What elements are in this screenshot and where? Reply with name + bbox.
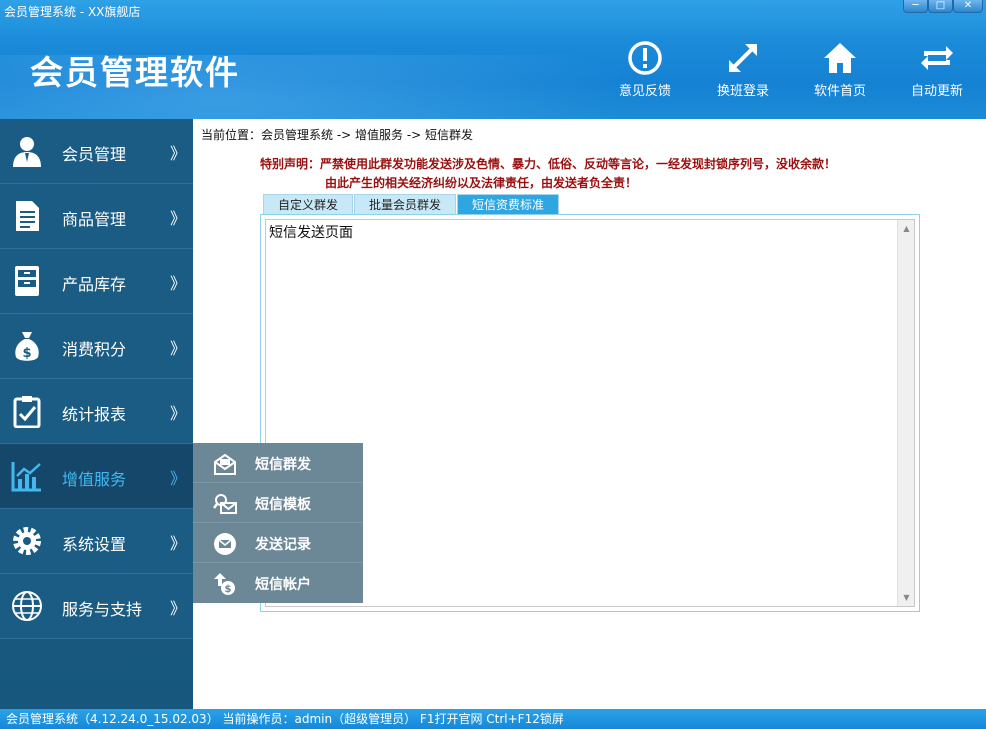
chevron-right-icon: 》 (170, 469, 187, 488)
sidebar-item-points[interactable]: $ 消费积分 》 (0, 314, 193, 379)
submenu-item-send-records[interactable]: 发送记录 (193, 523, 363, 563)
vertical-scrollbar[interactable]: ▲ ▼ (897, 220, 914, 606)
maximize-button[interactable]: □ (928, 0, 953, 13)
tab-bulk-member-broadcast[interactable]: 批量会员群发 (354, 194, 457, 214)
home-icon (824, 43, 856, 73)
submenu-item-label: 短信模板 (255, 497, 311, 513)
sidebar-item-inventory[interactable]: 产品库存 》 (0, 249, 193, 314)
sidebar-item-support[interactable]: 服务与支持 》 (0, 574, 193, 639)
tab-custom-broadcast[interactable]: 自定义群发 (263, 194, 354, 214)
switch-login-label: 换班登录 (716, 84, 769, 99)
main-content: 当前位置：会员管理系统 -> 增值服务 -> 短信群发 特别声明：严禁使用此群发… (193, 119, 986, 709)
scroll-down-icon[interactable]: ▼ (898, 589, 915, 606)
sidebar-item-label: 增值服务 (62, 470, 127, 489)
submenu-item-label: 短信帐户 (255, 577, 311, 593)
warning-notice: 特别声明：严禁使用此群发功能发送涉及色情、暴力、低俗、反动等言论，一经发现封锁序… (260, 155, 836, 193)
submenu-item-sms-broadcast[interactable]: 短信群发 (193, 443, 363, 483)
mail-record-icon (214, 533, 236, 555)
envelope-search-icon (213, 494, 237, 514)
sidebar-item-label: 系统设置 (62, 535, 127, 554)
chevron-right-icon: 》 (170, 404, 187, 423)
tab-bar: 自定义群发 批量会员群发 短信资费标准 (263, 194, 560, 214)
tab-sms-rates[interactable]: 短信资费标准 (457, 194, 560, 214)
svg-text:$: $ (22, 346, 31, 361)
document-icon (16, 201, 39, 231)
sidebar-item-value-added[interactable]: 增值服务 》 (0, 444, 193, 509)
feedback-button[interactable]: 意见反馈 (610, 40, 680, 99)
sidebar-item-label: 统计报表 (62, 405, 127, 424)
account-money-icon: $ (214, 573, 235, 595)
chart-icon (11, 462, 41, 492)
app-title: 会员管理软件 (30, 53, 240, 92)
chevron-right-icon: 》 (170, 144, 187, 163)
auto-update-button[interactable]: 自动更新 (902, 40, 972, 99)
chevron-right-icon: 》 (170, 534, 187, 553)
header-bar: 会员管理系统 - XX旗舰店 ─ □ ✕ 会员管理软件 意见反馈 换班登录 软件… (0, 0, 986, 119)
clipboard-check-icon (13, 396, 41, 428)
submenu-item-label: 发送记录 (255, 537, 311, 553)
chevron-right-icon: 》 (170, 209, 187, 228)
chevron-right-icon: 》 (170, 274, 187, 293)
svg-text:$: $ (225, 584, 232, 595)
home-label: 软件首页 (813, 84, 866, 99)
sidebar-item-label: 消费积分 (62, 340, 127, 359)
window-title: 会员管理系统 - XX旗舰店 (4, 5, 141, 19)
sidebar-item-products[interactable]: 商品管理 》 (0, 184, 193, 249)
submenu-item-sms-account[interactable]: $ 短信帐户 (193, 563, 363, 603)
submenu-item-label: 短信群发 (255, 457, 311, 473)
sidebar-item-label: 服务与支持 (62, 600, 143, 619)
money-bag-icon: $ (15, 332, 39, 361)
switch-login-button[interactable]: 换班登录 (708, 40, 778, 99)
sidebar-item-reports[interactable]: 统计报表 》 (0, 379, 193, 444)
value-added-submenu: 短信群发 短信模板 发送记录 $ 短信帐户 (193, 443, 363, 603)
gear-icon (13, 527, 41, 555)
sidebar: 会员管理 》 商品管理 》 产品库存 》 $ 消费积分 》 统计报表 》 增值服… (0, 119, 193, 709)
scroll-up-icon[interactable]: ▲ (898, 220, 915, 237)
chevron-right-icon: 》 (170, 599, 187, 618)
close-button[interactable]: ✕ (953, 0, 983, 13)
breadcrumb: 当前位置：会员管理系统 -> 增值服务 -> 短信群发 (201, 128, 474, 142)
minimize-button[interactable]: ─ (903, 0, 928, 13)
globe-icon (12, 591, 42, 621)
switch-login-icon (729, 44, 757, 72)
notice-line: 特别声明：严禁使用此群发功能发送涉及色情、暴力、低俗、反动等言论，一经发现封锁序… (260, 157, 837, 171)
sidebar-item-member[interactable]: 会员管理 》 (0, 119, 193, 184)
chevron-right-icon: 》 (170, 339, 187, 358)
home-button[interactable]: 软件首页 (805, 40, 875, 99)
sidebar-item-label: 会员管理 (62, 145, 127, 164)
member-icon (13, 137, 41, 167)
auto-update-label: 自动更新 (910, 84, 963, 99)
envelope-open-icon (214, 453, 236, 475)
sidebar-item-settings[interactable]: 系统设置 》 (0, 509, 193, 574)
status-bar: 会员管理系统（4.12.24.0_15.02.03） 当前操作员：admin（超… (0, 709, 986, 729)
sidebar-item-label: 产品库存 (62, 275, 127, 294)
feedback-icon (628, 41, 662, 75)
textarea-content: 短信发送页面 (269, 225, 353, 241)
auto-update-icon (921, 46, 953, 70)
cabinet-icon (15, 266, 39, 296)
notice-line: 由此产生的相关经济纠纷以及法律责任，由发送者负全责！ (325, 176, 638, 190)
submenu-item-sms-template[interactable]: 短信模板 (193, 483, 363, 523)
feedback-label: 意见反馈 (618, 84, 671, 99)
sidebar-item-label: 商品管理 (62, 210, 127, 229)
